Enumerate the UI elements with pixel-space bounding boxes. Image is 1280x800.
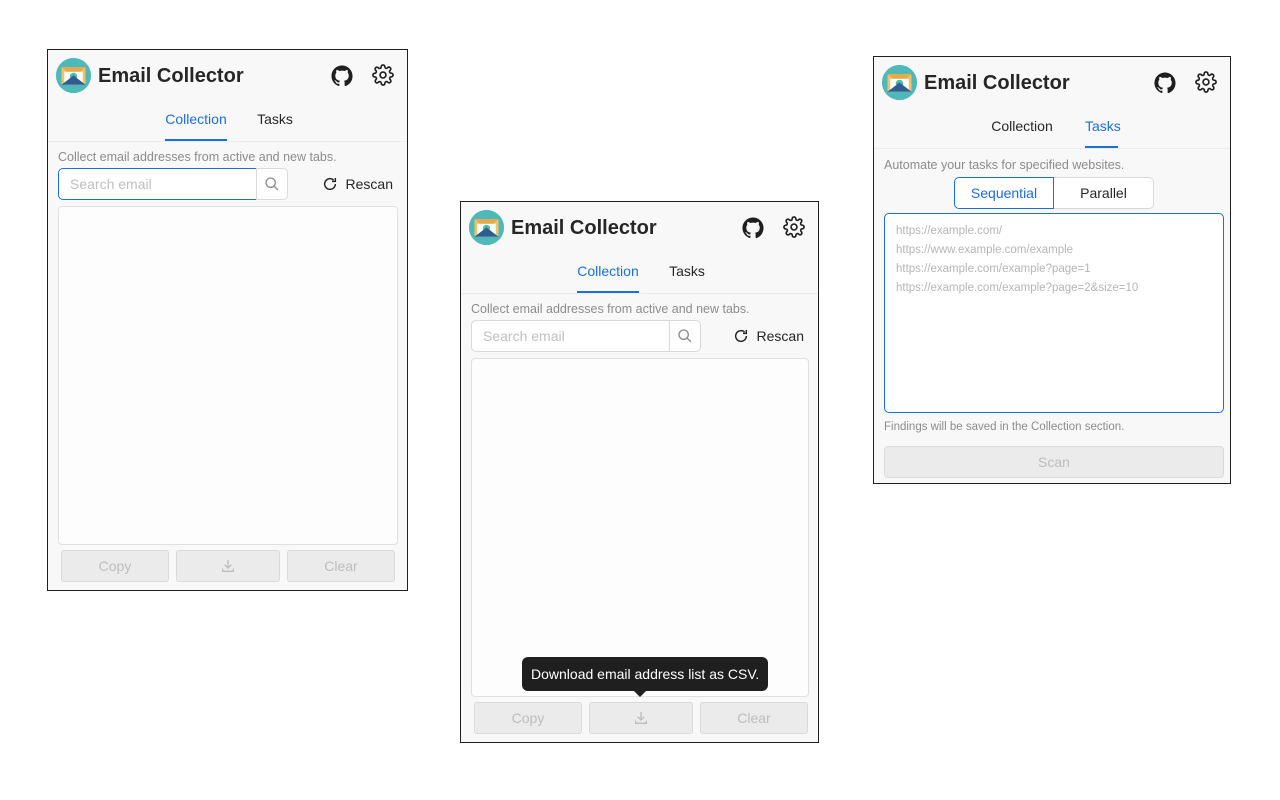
popup-collection-focused: Email Collector Collection Tasks Collect… bbox=[47, 49, 408, 591]
screenshot-stage: Email Collector Collection Tasks Collect… bbox=[0, 0, 1280, 800]
url-list-textarea[interactable]: https://example.com/ https://www.example… bbox=[884, 213, 1224, 413]
url-placeholder-line: https://www.example.com/example bbox=[896, 244, 1074, 256]
tab-collection[interactable]: Collection bbox=[165, 102, 227, 141]
search-input[interactable] bbox=[58, 168, 257, 200]
header: Email Collector bbox=[461, 202, 818, 254]
mode-sequential-button[interactable]: Sequential bbox=[954, 177, 1054, 209]
rescan-label: Rescan bbox=[345, 176, 393, 192]
tab-collection[interactable]: Collection bbox=[991, 109, 1053, 148]
collection-description: Collect email addresses from active and … bbox=[471, 302, 750, 316]
gear-icon[interactable] bbox=[783, 216, 805, 238]
header: Email Collector bbox=[48, 50, 407, 102]
tab-collection[interactable]: Collection bbox=[577, 254, 639, 293]
gear-icon[interactable] bbox=[372, 64, 394, 86]
copy-button[interactable]: Copy bbox=[474, 702, 582, 734]
mode-parallel-button[interactable]: Parallel bbox=[1054, 177, 1154, 209]
tab-bar: Collection Tasks bbox=[48, 102, 407, 142]
envelope-logo-icon bbox=[55, 57, 92, 94]
search-group bbox=[471, 320, 701, 352]
download-icon bbox=[635, 712, 647, 724]
github-icon[interactable] bbox=[331, 65, 353, 87]
header: Email Collector bbox=[874, 57, 1230, 109]
download-button[interactable] bbox=[589, 702, 693, 734]
search-input[interactable] bbox=[471, 320, 670, 352]
download-button[interactable] bbox=[176, 550, 280, 582]
url-placeholder-line: https://example.com/example?page=1 bbox=[896, 263, 1091, 275]
rescan-label: Rescan bbox=[756, 328, 804, 344]
tooltip-arrow bbox=[634, 691, 646, 697]
search-button[interactable] bbox=[256, 168, 288, 200]
tab-tasks[interactable]: Tasks bbox=[1085, 109, 1121, 148]
popup-collection-tooltip: Email Collector Collection Tasks Collect… bbox=[460, 201, 819, 743]
github-icon[interactable] bbox=[742, 217, 764, 239]
clear-button[interactable]: Clear bbox=[700, 702, 808, 734]
refresh-icon bbox=[323, 177, 336, 191]
url-placeholder-line: https://example.com/example?page=2&size=… bbox=[896, 282, 1139, 294]
url-placeholder-line: https://example.com/ bbox=[896, 225, 1003, 237]
envelope-logo-icon bbox=[468, 209, 505, 246]
search-button[interactable] bbox=[669, 320, 701, 352]
download-icon bbox=[222, 560, 234, 572]
search-group bbox=[58, 168, 288, 200]
tab-tasks[interactable]: Tasks bbox=[665, 254, 709, 293]
gear-icon[interactable] bbox=[1195, 71, 1217, 93]
search-icon bbox=[265, 177, 279, 191]
action-buttons: Copy Clear bbox=[474, 702, 808, 734]
rescan-button[interactable]: Rescan bbox=[322, 168, 393, 200]
search-icon bbox=[678, 329, 692, 343]
popup-tasks: Email Collector Collection Tasks Automat… bbox=[873, 56, 1231, 484]
envelope-logo-icon bbox=[881, 64, 918, 101]
refresh-icon bbox=[734, 329, 747, 343]
tasks-description: Automate your tasks for specified websit… bbox=[884, 158, 1125, 172]
scan-button[interactable]: Scan bbox=[884, 446, 1224, 478]
email-list bbox=[58, 206, 398, 545]
app-title: Email Collector bbox=[511, 217, 657, 239]
clear-button[interactable]: Clear bbox=[287, 550, 395, 582]
rescan-button[interactable]: Rescan bbox=[733, 320, 804, 352]
tab-bar: Collection Tasks bbox=[461, 254, 818, 294]
app-title: Email Collector bbox=[98, 65, 244, 87]
tab-tasks[interactable]: Tasks bbox=[253, 102, 297, 141]
findings-note: Findings will be saved in the Collection… bbox=[884, 421, 1125, 433]
app-title: Email Collector bbox=[924, 72, 1070, 94]
copy-button[interactable]: Copy bbox=[61, 550, 169, 582]
tab-bar: Collection Tasks bbox=[874, 109, 1230, 149]
email-list bbox=[471, 358, 809, 697]
action-buttons: Copy Clear bbox=[61, 550, 395, 582]
download-tooltip: Download email address list as CSV. bbox=[522, 657, 769, 691]
collection-description: Collect email addresses from active and … bbox=[58, 150, 337, 164]
github-icon[interactable] bbox=[1154, 72, 1176, 94]
